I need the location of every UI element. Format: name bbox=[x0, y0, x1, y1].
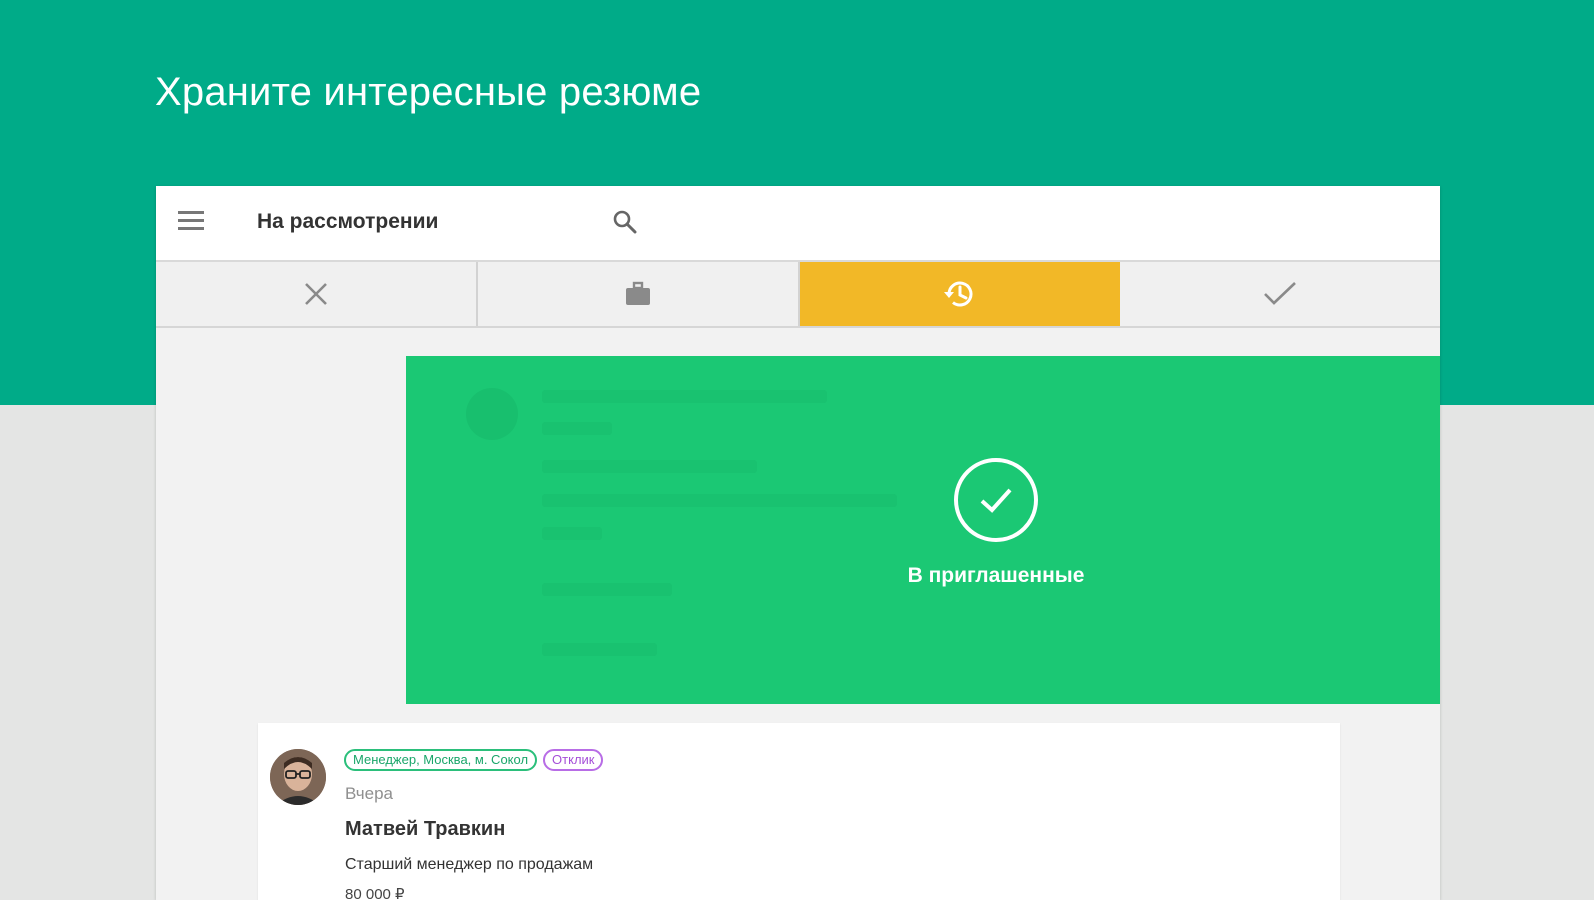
candidate-position: Старший менеджер по продажам bbox=[345, 856, 594, 873]
tag-vacancy: Менеджер, Москва, м. Сокол bbox=[344, 749, 538, 771]
candidate-name: Матвей Травкин bbox=[345, 818, 506, 840]
tab-rejected[interactable] bbox=[156, 262, 478, 326]
toolbar-title: На рассмотрении bbox=[257, 210, 439, 233]
tab-in-review[interactable] bbox=[800, 262, 1120, 326]
invite-label: В приглашенные bbox=[907, 564, 1085, 587]
invite-action: В приглашенные bbox=[896, 458, 1096, 588]
candidate-salary: 80 000 ₽ bbox=[345, 886, 405, 900]
resume-tags: Менеджер, Москва, м. Сокол Отклик bbox=[344, 749, 604, 771]
app-screen: На рассмотрении В приглашенные Менеджер,… bbox=[156, 186, 1440, 900]
history-icon bbox=[944, 281, 973, 307]
search-icon[interactable] bbox=[611, 208, 639, 236]
close-icon bbox=[305, 283, 327, 305]
briefcase-icon bbox=[626, 281, 650, 305]
hero-title: Храните интересные резюме bbox=[155, 70, 702, 114]
resume-card[interactable]: Менеджер, Москва, м. Сокол Отклик Вчера … bbox=[258, 723, 1340, 900]
faded-resume-content bbox=[466, 384, 966, 684]
swipe-resume-card[interactable]: В приглашенные bbox=[406, 356, 1440, 704]
check-icon bbox=[1264, 282, 1296, 305]
avatar bbox=[270, 749, 326, 805]
resume-date: Вчера bbox=[345, 784, 393, 803]
tag-response: Отклик bbox=[543, 749, 604, 771]
check-circle-icon bbox=[954, 458, 1038, 542]
toolbar: На рассмотрении bbox=[156, 186, 1440, 262]
filter-tabs bbox=[156, 262, 1440, 328]
menu-icon[interactable] bbox=[178, 211, 204, 233]
tab-vacancies[interactable] bbox=[478, 262, 800, 326]
tab-invited[interactable] bbox=[1120, 262, 1440, 326]
